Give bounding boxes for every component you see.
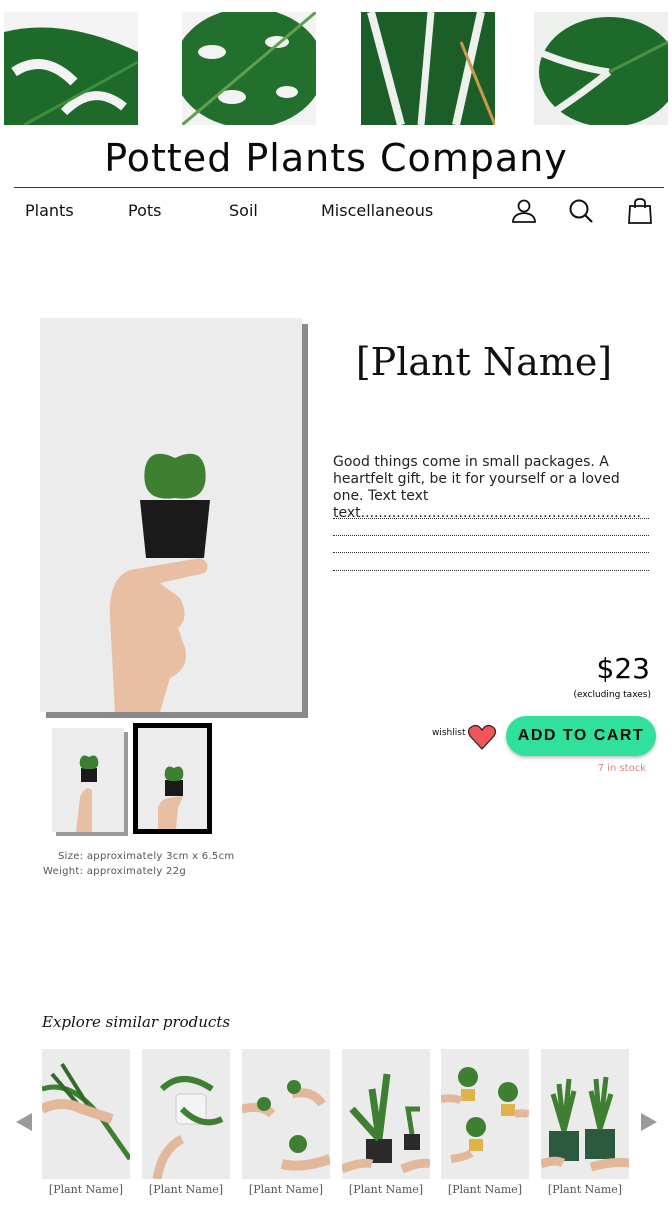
description-dotted-line xyxy=(333,518,649,519)
product-thumbnail-1[interactable] xyxy=(52,728,124,832)
similar-product-card[interactable]: [Plant Name] xyxy=(441,1049,529,1196)
similar-product-card[interactable]: [Plant Name] xyxy=(142,1049,230,1196)
nav-divider xyxy=(14,187,664,188)
description-dotted-line xyxy=(333,535,649,536)
similar-product-name: [Plant Name] xyxy=(348,1183,424,1196)
banner-leaf-image-3 xyxy=(361,12,495,125)
leaf-banner xyxy=(0,12,672,125)
similar-product-name: [Plant Name] xyxy=(48,1183,124,1196)
similar-product-name: [Plant Name] xyxy=(248,1183,324,1196)
similar-product-image xyxy=(541,1049,629,1179)
similar-product-name: [Plant Name] xyxy=(547,1183,623,1196)
banner-leaf-image-4 xyxy=(534,12,668,125)
product-name: [Plant Name] xyxy=(355,340,613,384)
heart-icon[interactable] xyxy=(467,723,497,751)
similar-product-card[interactable]: [Plant Name] xyxy=(42,1049,130,1196)
similar-product-card[interactable]: [Plant Name] xyxy=(541,1049,629,1196)
product-thumbnail-2-selected[interactable] xyxy=(133,723,212,834)
similar-product-image xyxy=(42,1049,130,1179)
similar-product-image xyxy=(142,1049,230,1179)
stock-status: 7 in stock xyxy=(597,763,646,774)
description-dotted-line xyxy=(333,552,649,553)
product-weight: Weight: approximately 22g xyxy=(43,866,186,877)
similar-product-card[interactable]: [Plant Name] xyxy=(242,1049,330,1196)
similar-product-name: [Plant Name] xyxy=(447,1183,523,1196)
similar-product-image xyxy=(342,1049,430,1179)
nav-link-pots[interactable]: Pots xyxy=(128,201,161,220)
nav-link-miscellaneous[interactable]: Miscellaneous xyxy=(321,201,433,220)
product-size: Size: approximately 3cm x 6.5cm xyxy=(58,851,235,862)
product-price: $23 xyxy=(596,652,650,685)
product-description: Good things come in small packages. A he… xyxy=(333,454,641,521)
similar-products-heading: Explore similar products xyxy=(42,1013,231,1031)
description-dotted-line xyxy=(333,570,649,571)
similar-product-image xyxy=(242,1049,330,1179)
wishlist-label[interactable]: wishlist xyxy=(432,728,465,738)
shopping-bag-icon[interactable] xyxy=(626,197,654,225)
account-icon[interactable] xyxy=(510,197,538,225)
banner-leaf-image-1 xyxy=(4,12,138,125)
similar-product-card[interactable]: [Plant Name] xyxy=(342,1049,430,1196)
brand-title[interactable]: Potted Plants Company xyxy=(0,136,672,180)
arrow-right-icon[interactable] xyxy=(640,1112,658,1132)
similar-product-image xyxy=(441,1049,529,1179)
arrow-left-icon[interactable] xyxy=(15,1112,33,1132)
add-to-cart-button[interactable]: ADD TO CART xyxy=(506,716,656,756)
similar-product-name: [Plant Name] xyxy=(148,1183,224,1196)
search-icon[interactable] xyxy=(567,197,595,225)
product-main-image xyxy=(40,318,302,712)
nav-link-soil[interactable]: Soil xyxy=(229,201,258,220)
tax-note: (excluding taxes) xyxy=(573,690,651,700)
nav-link-plants[interactable]: Plants xyxy=(25,201,74,220)
banner-leaf-image-2 xyxy=(182,12,316,125)
